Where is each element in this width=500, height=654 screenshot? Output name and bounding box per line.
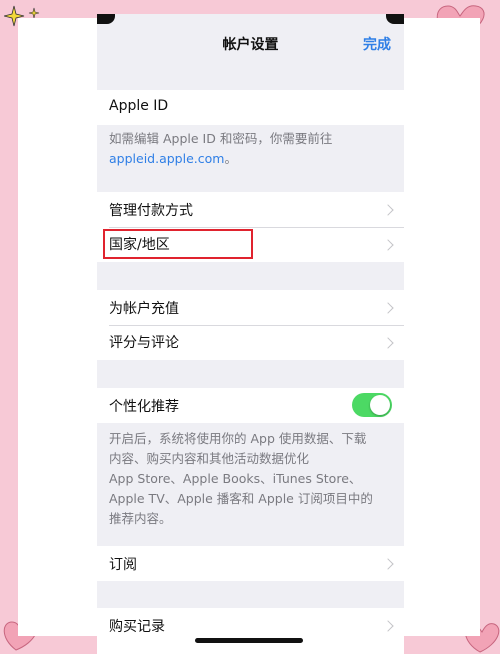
footer-line: Apple TV、Apple 播客和 Apple 订阅项目中的 bbox=[109, 491, 373, 506]
manage-payment-label: 管理付款方式 bbox=[109, 203, 193, 219]
footer-line: 推荐内容。 bbox=[109, 511, 172, 526]
apple-id-label: Apple ID bbox=[109, 98, 169, 114]
apple-id-footer: 如需编辑 Apple ID 和密码，你需要前往 appleid.apple.co… bbox=[109, 129, 394, 169]
top-up-label: 为帐户充值 bbox=[109, 301, 179, 317]
chevron-right-icon bbox=[382, 558, 394, 570]
personalized-footer: 开启后，系统将使用你的 App 使用数据、下载 内容、购买内容和其他活动数据优化… bbox=[109, 429, 394, 529]
chevron-right-icon bbox=[382, 302, 394, 314]
list-item-subscriptions[interactable]: 订阅 bbox=[97, 546, 404, 581]
ratings-reviews-label: 评分与评论 bbox=[109, 335, 179, 351]
done-button[interactable]: 完成 bbox=[363, 34, 391, 54]
apple-id-row[interactable]: Apple ID bbox=[97, 90, 404, 125]
footer-line: App Store、Apple Books、iTunes Store、 bbox=[109, 471, 362, 486]
apple-id-footer-text: 如需编辑 Apple ID 和密码，你需要前往 bbox=[109, 131, 333, 146]
purchase-history-label: 购买记录 bbox=[109, 619, 165, 635]
navigation-bar: 帐户设置 完成 bbox=[97, 14, 404, 64]
chevron-right-icon bbox=[382, 337, 394, 349]
page-title: 帐户设置 bbox=[222, 37, 279, 53]
apple-id-footer-link-line: appleid.apple.com。 bbox=[109, 149, 394, 169]
account-group: 为帐户充值 评分与评论 bbox=[97, 290, 404, 360]
list-item-manage-payment[interactable]: 管理付款方式 bbox=[97, 192, 404, 227]
toggle-knob bbox=[370, 395, 390, 415]
settings-screen: 帐户设置 完成 Apple ID 如需编辑 Apple ID 和密码，你需要前往… bbox=[97, 14, 404, 654]
list-item-purchase-history[interactable]: 购买记录 bbox=[97, 608, 404, 654]
footer-line: 开启后，系统将使用你的 App 使用数据、下载 bbox=[109, 431, 367, 446]
home-indicator[interactable] bbox=[195, 638, 303, 643]
footer-line: 内容、购买内容和其他活动数据优化 bbox=[109, 451, 310, 466]
footer-period: 。 bbox=[224, 151, 237, 166]
appleid-link[interactable]: appleid.apple.com bbox=[109, 151, 224, 166]
chevron-right-icon bbox=[382, 620, 394, 632]
list-item-ratings-reviews[interactable]: 评分与评论 bbox=[97, 325, 404, 360]
list-item-top-up[interactable]: 为帐户充值 bbox=[97, 290, 404, 325]
subscriptions-label: 订阅 bbox=[109, 557, 137, 573]
chevron-right-icon bbox=[382, 239, 394, 251]
personalized-recommendations-row: 个性化推荐 bbox=[97, 388, 404, 423]
personalized-toggle[interactable] bbox=[352, 393, 392, 417]
chevron-right-icon bbox=[382, 204, 394, 216]
highlight-box bbox=[103, 229, 253, 259]
personalized-label: 个性化推荐 bbox=[109, 399, 179, 415]
